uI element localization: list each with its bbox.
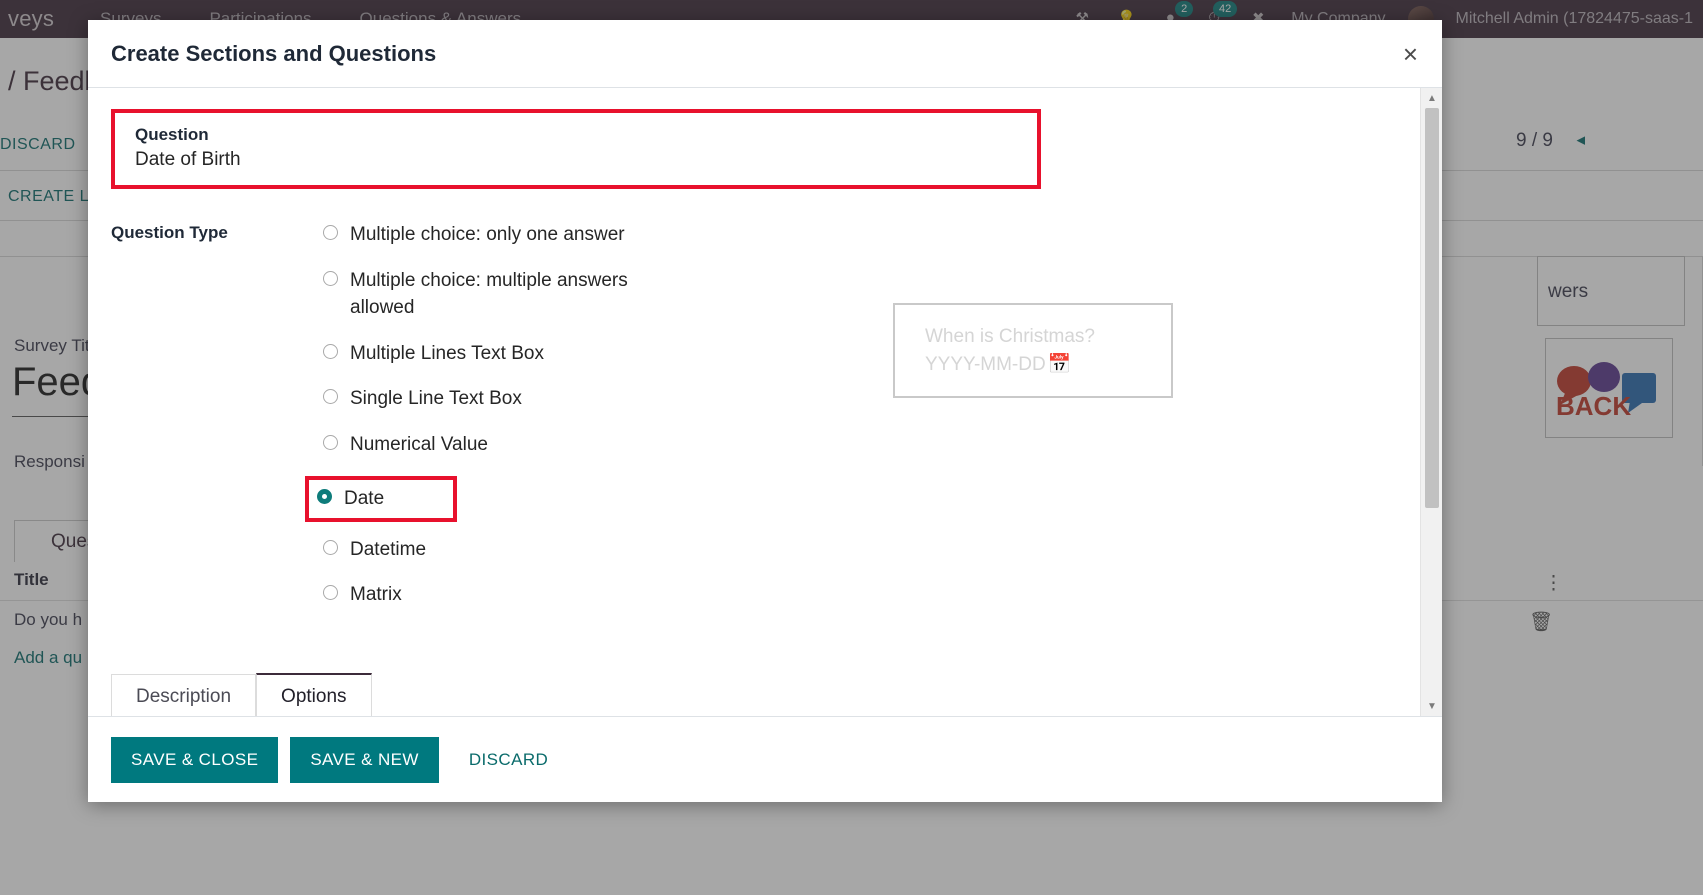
- options-tabs: Description Options: [111, 672, 1381, 716]
- radio-label: Matrix: [350, 584, 402, 606]
- dialog-header: Create Sections and Questions ×: [88, 20, 1442, 88]
- radio-icon: [323, 225, 338, 240]
- radio-label: Multiple Lines Text Box: [350, 342, 544, 364]
- radio-icon: [323, 389, 338, 405]
- question-preview: When is Christmas? YYYY-MM-DD 📅: [893, 303, 1173, 398]
- create-sections-questions-dialog: Create Sections and Questions × Question…: [88, 20, 1442, 802]
- close-icon[interactable]: ×: [1403, 41, 1418, 67]
- radio-icon: [323, 539, 338, 555]
- dialog-scrollbar[interactable]: ▲ ▼: [1420, 88, 1442, 716]
- question-type-group: Question Type Multiple choice: only one …: [111, 221, 1402, 627]
- scroll-down-icon[interactable]: ▼: [1421, 696, 1442, 716]
- radio-label: Single Line Text Box: [350, 388, 522, 410]
- question-type-label: Question Type: [111, 223, 228, 242]
- radio-multiple-lines-text-box[interactable]: Multiple Lines Text Box: [323, 340, 853, 368]
- discard-button[interactable]: DISCARD: [451, 737, 568, 783]
- calendar-icon: 📅: [1047, 353, 1072, 375]
- dialog-title: Create Sections and Questions: [111, 40, 437, 66]
- radio-numerical-value[interactable]: Numerical Value: [323, 431, 853, 459]
- preview-answer-row: YYYY-MM-DD 📅: [925, 351, 1171, 379]
- scroll-up-icon[interactable]: ▲: [1421, 88, 1442, 108]
- radio-icon: [323, 434, 338, 450]
- dialog-footer: SAVE & CLOSE SAVE & NEW DISCARD: [88, 716, 1442, 802]
- radio-label: Datetime: [350, 538, 427, 560]
- radio-icon: [323, 585, 338, 601]
- radio-icon-selected: [317, 489, 332, 505]
- radio-multiple-choice-one[interactable]: Multiple choice: only one answer: [323, 221, 853, 249]
- question-label: Question: [135, 125, 209, 144]
- radio-label: Numerical Value: [350, 433, 488, 455]
- radio-date[interactable]: Date: [305, 476, 457, 522]
- save-close-button[interactable]: SAVE & CLOSE: [111, 736, 279, 783]
- radio-single-line-text-box[interactable]: Single Line Text Box: [323, 385, 853, 413]
- radio-label: Multiple choice: only one answer: [350, 224, 625, 245]
- question-field-group[interactable]: Question Date of Birth: [111, 109, 1041, 189]
- dialog-body: Question Date of Birth Question Type Mul…: [88, 88, 1442, 716]
- radio-icon: [323, 270, 338, 286]
- scrollbar-thumb[interactable]: [1425, 108, 1439, 508]
- radio-label: Multiple choice: multiple answers allowe…: [350, 269, 628, 319]
- question-input[interactable]: Date of Birth: [135, 149, 1023, 171]
- radio-matrix[interactable]: Matrix: [323, 581, 853, 609]
- question-type-options: Multiple choice: only one answer Multipl…: [305, 221, 853, 627]
- save-new-button[interactable]: SAVE & NEW: [290, 736, 439, 783]
- radio-icon: [323, 343, 338, 359]
- preview-date-format: YYYY-MM-DD: [925, 353, 1046, 375]
- tab-options[interactable]: Options: [256, 673, 372, 716]
- preview-question-text: When is Christmas?: [925, 325, 1095, 347]
- radio-datetime[interactable]: Datetime: [323, 536, 853, 564]
- radio-label: Date: [344, 488, 385, 510]
- radio-multiple-choice-multi[interactable]: Multiple choice: multiple answers allowe…: [323, 267, 853, 322]
- tab-description[interactable]: Description: [111, 674, 257, 716]
